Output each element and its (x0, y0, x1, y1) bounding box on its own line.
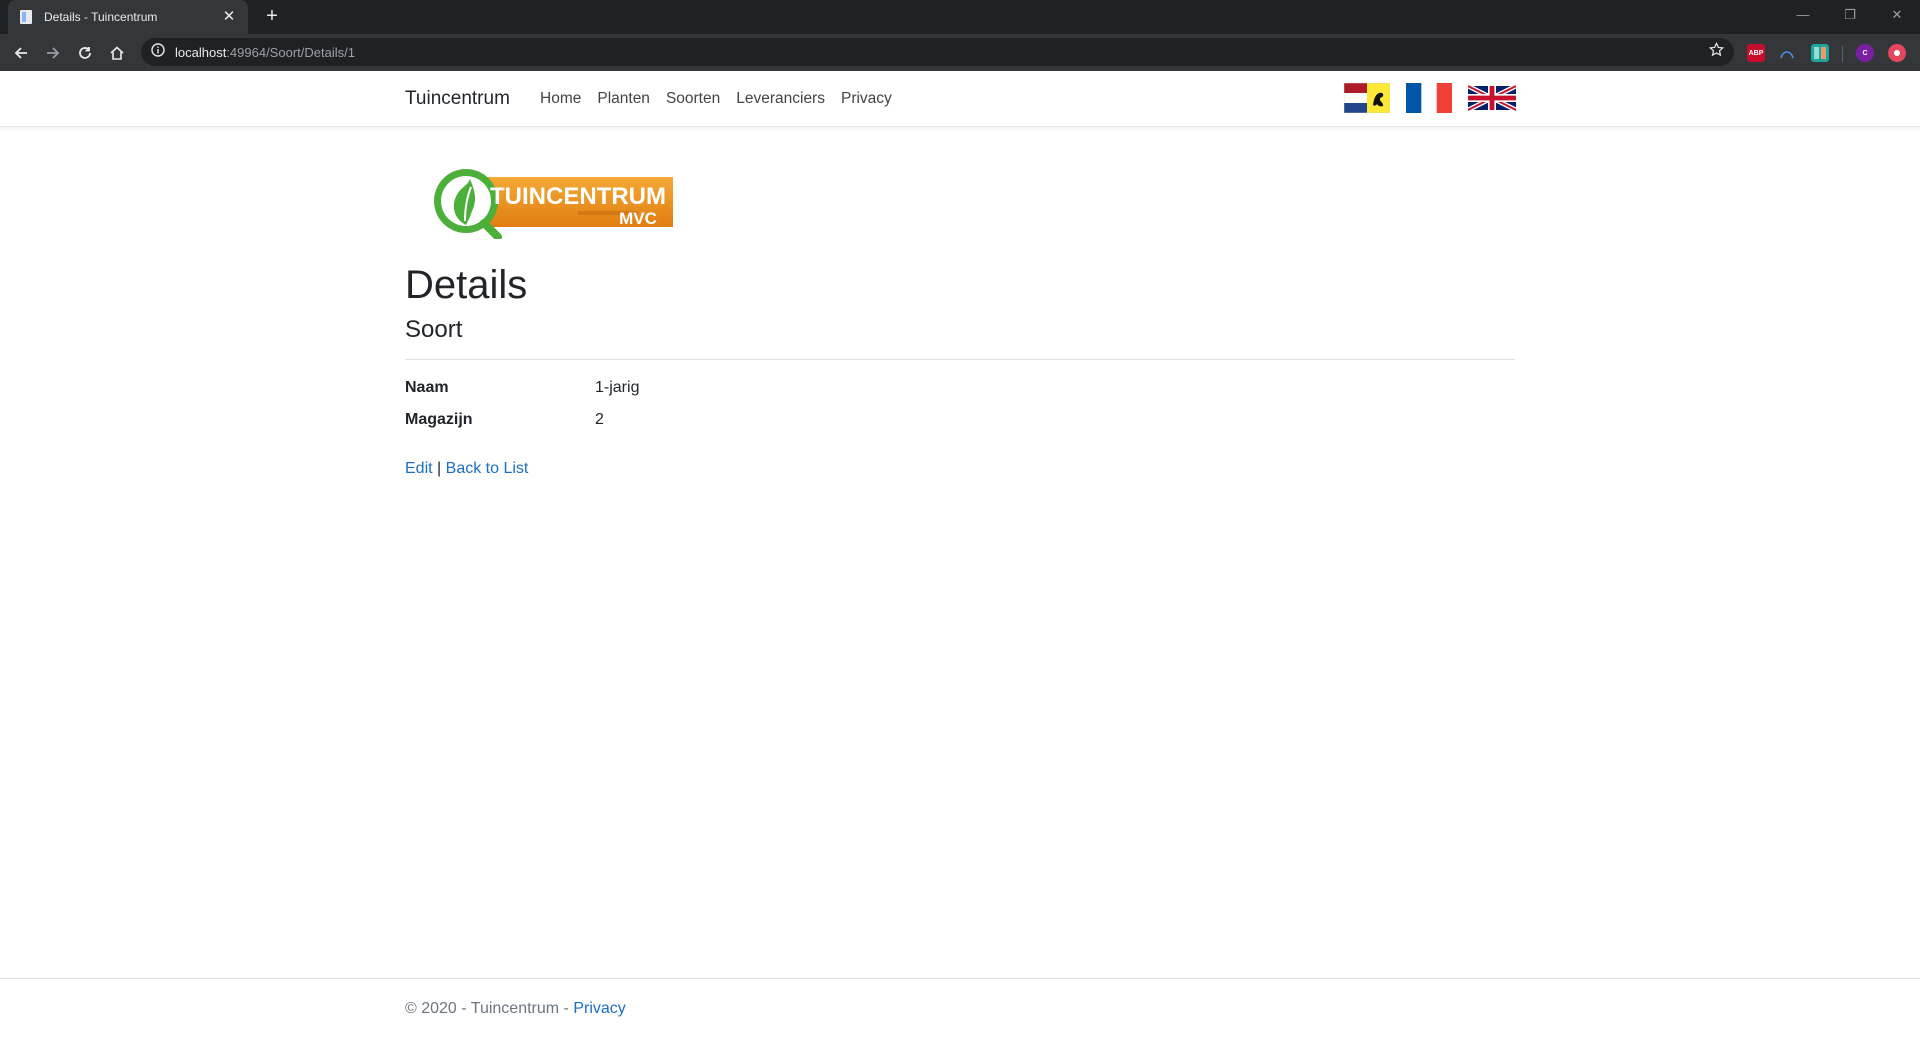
new-tab-icon[interactable]: + (260, 5, 284, 29)
web-page: Tuincentrum Home Planten Soorten Leveran… (0, 71, 1920, 1040)
nav-links: Home Planten Soorten Leveranciers Privac… (540, 90, 892, 108)
address-bar[interactable]: localhost:49964/Soort/Details/1 (141, 38, 1734, 66)
link-separator: | (437, 460, 442, 477)
bookmark-star-icon[interactable] (1708, 41, 1725, 62)
field-value-magazijn: 2 (595, 411, 604, 428)
back-to-list-link[interactable]: Back to List (446, 460, 529, 477)
footer-text: © 2020 - Tuincentrum - (405, 1000, 574, 1017)
nav-link-soorten[interactable]: Soorten (666, 90, 720, 108)
back-icon[interactable] (8, 40, 34, 66)
tuincentrum-logo: TUINCENTRUM MVC (428, 159, 676, 241)
nav-link-privacy[interactable]: Privacy (841, 90, 892, 108)
url-text: localhost:49964/Soort/Details/1 (175, 44, 355, 60)
nav-link-home[interactable]: Home (540, 90, 581, 108)
minimize-icon[interactable]: — (1780, 0, 1826, 30)
home-icon[interactable] (104, 40, 130, 66)
page-icon (18, 9, 34, 25)
nav-link-leveranciers[interactable]: Leveranciers (736, 90, 825, 108)
field-label-naam: Naam (405, 379, 449, 396)
field-label-magazijn: Magazijn (405, 411, 473, 428)
toolbar-divider (1842, 46, 1843, 62)
nav-link-planten[interactable]: Planten (597, 90, 650, 108)
browser-tab[interactable]: Details - Tuincentrum ✕ (8, 0, 248, 34)
browser-tabstrip: Details - Tuincentrum ✕ + — ❐ ✕ (0, 0, 1920, 34)
extension-red-icon[interactable] (1888, 44, 1906, 62)
action-links: Edit | Back to List (405, 460, 528, 478)
divider (405, 359, 1515, 360)
reload-icon[interactable] (72, 40, 98, 66)
flag-flemish-icon[interactable] (1343, 82, 1391, 114)
field-value-naam: 1-jarig (595, 379, 640, 396)
profile-avatar[interactable]: C (1856, 44, 1874, 62)
footer-divider (0, 978, 1920, 979)
footer-privacy-link[interactable]: Privacy (573, 1000, 625, 1017)
logo-subtext: MVC (619, 209, 657, 228)
site-navbar: Tuincentrum Home Planten Soorten Leveran… (0, 71, 1920, 127)
page-footer: © 2020 - Tuincentrum - Privacy (405, 1000, 626, 1018)
close-tab-icon[interactable]: ✕ (220, 8, 238, 26)
adblock-plus-icon[interactable]: ABP (1747, 44, 1765, 62)
tab-title: Details - Tuincentrum (44, 10, 158, 24)
forward-icon[interactable] (40, 40, 66, 66)
restore-icon[interactable]: ❐ (1827, 0, 1873, 30)
browser-toolbar: localhost:49964/Soort/Details/1 ABP C (0, 34, 1920, 71)
page-title: Details (405, 263, 528, 307)
logo-text: TUINCENTRUM (490, 183, 666, 210)
extension-icon[interactable] (1811, 44, 1829, 62)
translate-icon[interactable] (1778, 44, 1796, 62)
info-icon[interactable] (151, 42, 165, 62)
close-window-icon[interactable]: ✕ (1874, 0, 1920, 30)
edit-link[interactable]: Edit (405, 460, 433, 477)
page-subtitle: Soort (405, 316, 463, 343)
flag-uk-icon[interactable] (1466, 83, 1518, 113)
flag-france-icon[interactable] (1406, 83, 1452, 113)
navbar-brand[interactable]: Tuincentrum (405, 88, 510, 110)
